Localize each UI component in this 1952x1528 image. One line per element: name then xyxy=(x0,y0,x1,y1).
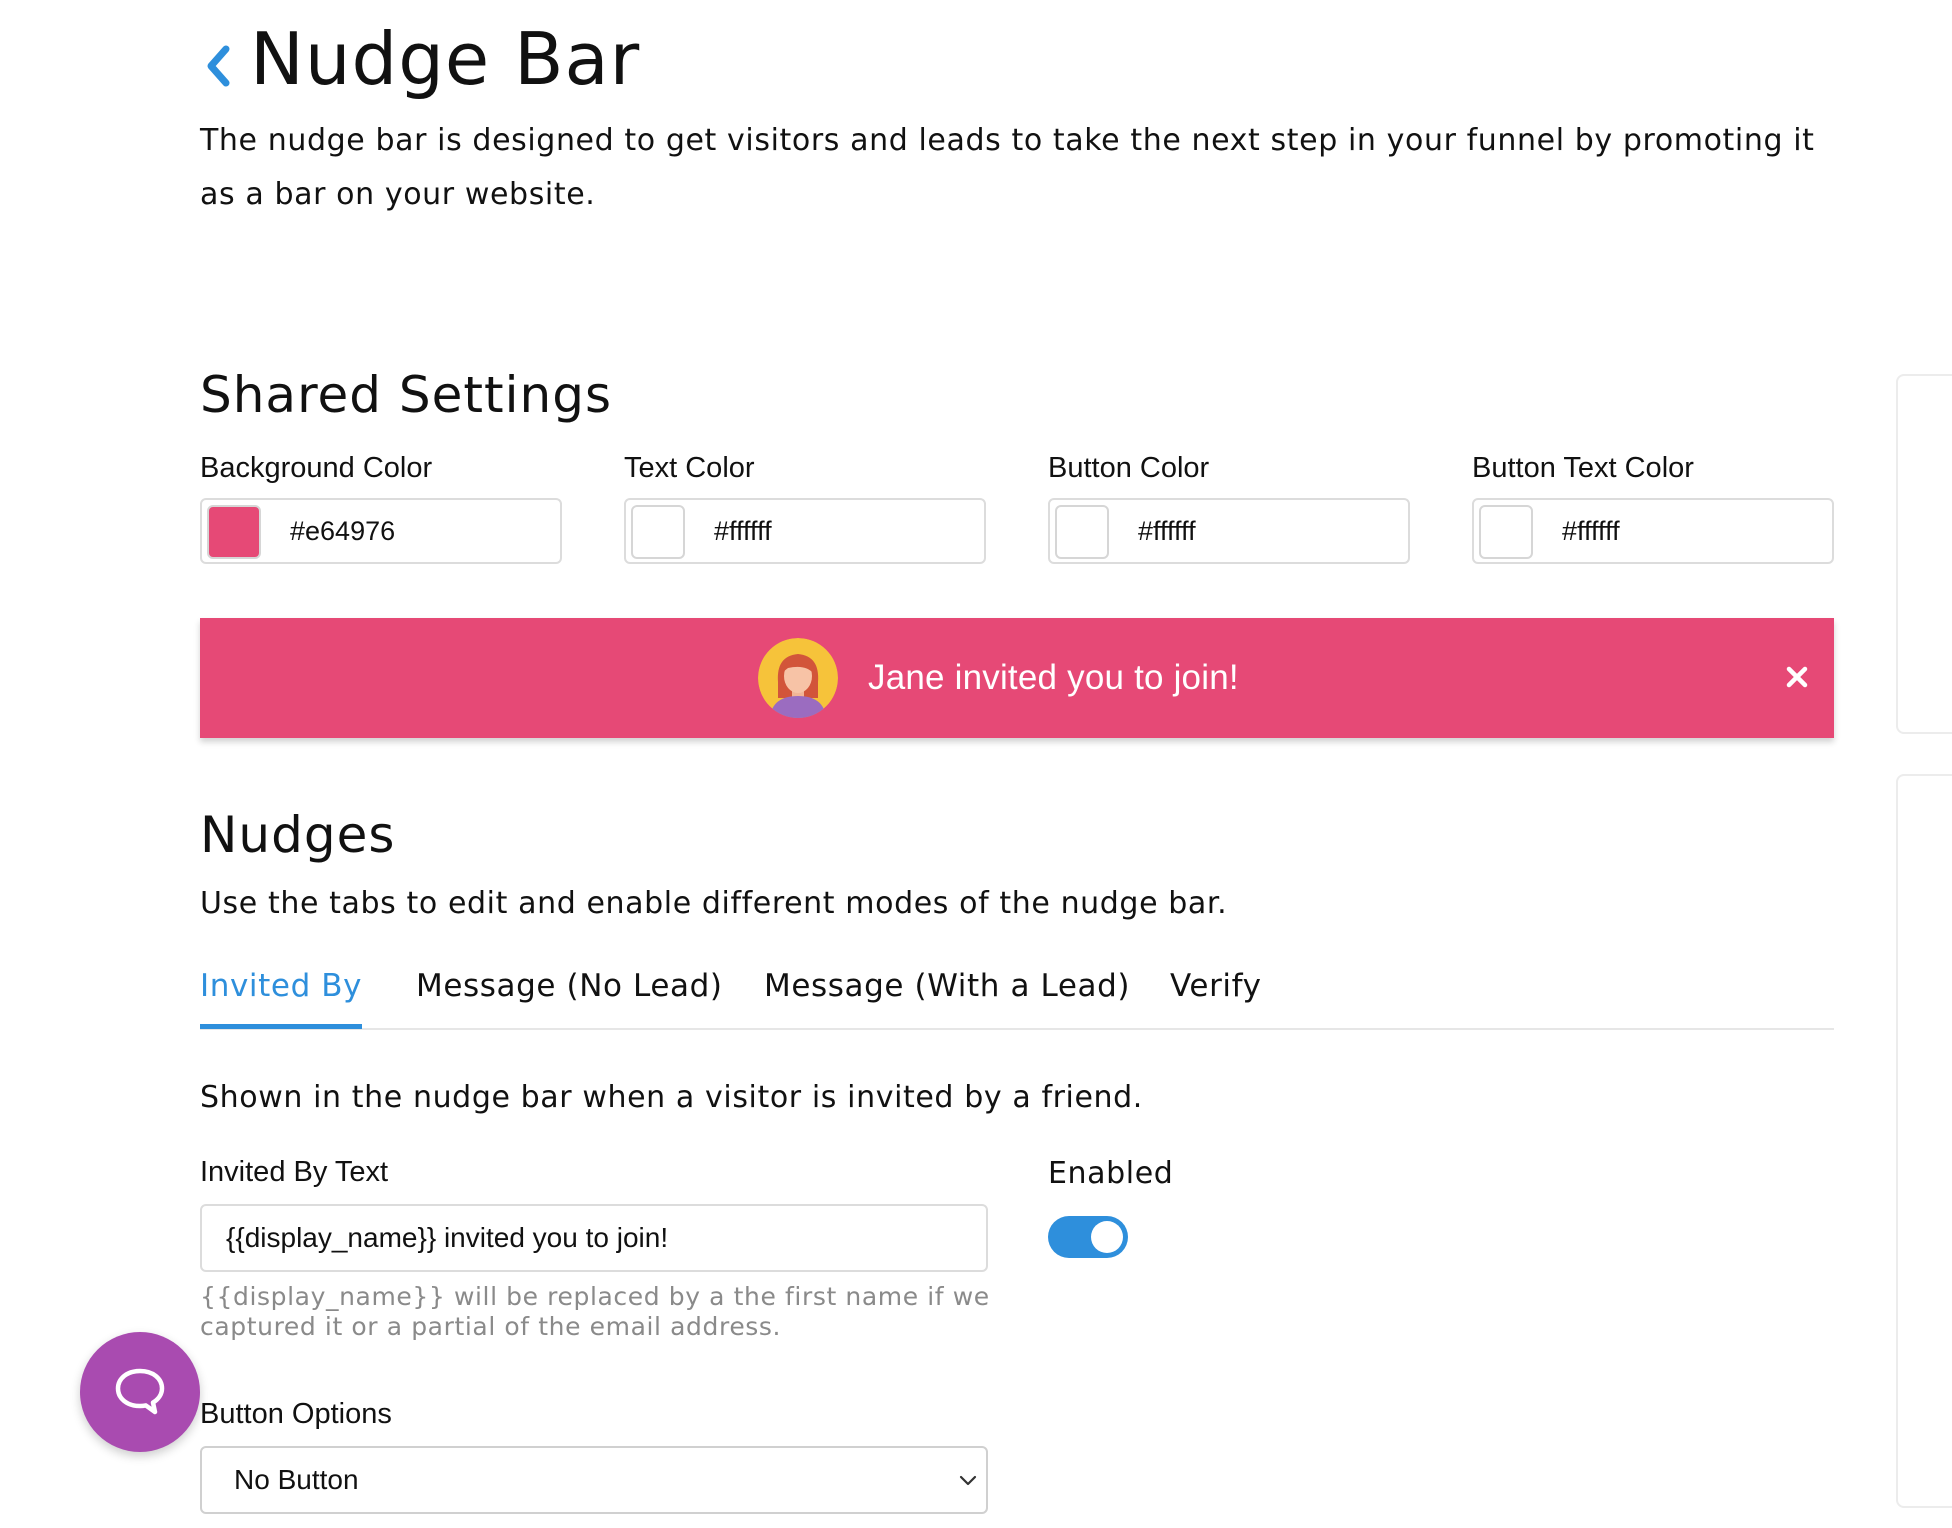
button-options-value: No Button xyxy=(234,1464,359,1495)
button-text-color-swatch[interactable] xyxy=(1479,505,1533,559)
nudge-tabs: Invited By Message (No Lead) Message (Wi… xyxy=(200,958,1834,1030)
button-text-color-value: #ffffff xyxy=(1562,516,1620,546)
button-text-color-field: Button Text Color #ffffff xyxy=(1472,450,1836,564)
title-row: Nudge Bar xyxy=(200,14,640,104)
avatar-icon xyxy=(758,638,838,718)
text-color-swatch[interactable] xyxy=(631,505,685,559)
side-panel-top xyxy=(1896,374,1952,734)
background-color-field: Background Color #e64976 xyxy=(200,450,564,564)
tab-message-with-lead[interactable]: Message (With a Lead) xyxy=(764,958,1130,1022)
invited-by-description: Shown in the nudge bar when a visitor is… xyxy=(200,1080,1143,1115)
side-panel-bottom xyxy=(1896,774,1952,1508)
background-color-label: Background Color xyxy=(200,452,433,484)
nudge-bar-preview: Jane invited you to join! xyxy=(200,618,1834,738)
button-color-field: Button Color #ffffff xyxy=(1048,450,1412,564)
text-color-input[interactable]: #ffffff xyxy=(624,498,986,564)
close-icon[interactable] xyxy=(1780,660,1814,694)
button-text-color-label: Button Text Color xyxy=(1472,452,1694,484)
background-color-value: #e64976 xyxy=(290,516,396,546)
text-color-value: #ffffff xyxy=(714,516,772,546)
help-text-line-2: captured it or a partial of the email ad… xyxy=(200,1312,782,1341)
tab-verify[interactable]: Verify xyxy=(1170,958,1262,1022)
nudges-description: Use the tabs to edit and enable differen… xyxy=(200,886,1228,921)
chat-bubble-icon xyxy=(115,1368,165,1415)
chevron-left-icon xyxy=(207,45,230,87)
tab-invited-by[interactable]: Invited By xyxy=(200,958,363,1029)
shared-settings-title: Shared Settings xyxy=(200,366,612,424)
background-color-input[interactable]: #e64976 xyxy=(200,498,562,564)
text-color-field: Text Color #ffffff xyxy=(624,450,988,564)
button-color-swatch[interactable] xyxy=(1055,505,1109,559)
page-description: The nudge bar is designed to get visitor… xyxy=(200,123,1815,212)
back-button[interactable] xyxy=(200,36,236,96)
button-color-input[interactable]: #ffffff xyxy=(1048,498,1410,564)
enabled-toggle[interactable] xyxy=(1048,1216,1128,1258)
invited-by-text-label: Invited By Text xyxy=(200,1156,389,1188)
page-title: Nudge Bar xyxy=(250,17,641,101)
chevron-down-icon xyxy=(959,1475,977,1486)
nudges-title: Nudges xyxy=(200,806,396,864)
enabled-label: Enabled xyxy=(1048,1156,1174,1191)
invited-by-text-input[interactable] xyxy=(200,1204,988,1272)
button-color-label: Button Color xyxy=(1048,452,1210,484)
nudge-bar-preview-text: Jane invited you to join! xyxy=(868,658,1239,697)
toggle-knob xyxy=(1091,1221,1123,1253)
button-options-label: Button Options xyxy=(200,1398,392,1430)
background-color-swatch[interactable] xyxy=(207,505,261,559)
color-settings: Background Color #e64976 Text Color #fff… xyxy=(200,450,1834,570)
button-color-value: #ffffff xyxy=(1138,516,1196,546)
button-text-color-input[interactable]: #ffffff xyxy=(1472,498,1834,564)
help-text-line-1: {{display_name}} will be replaced by a t… xyxy=(200,1282,990,1311)
invited-by-help-text: {{display_name}} will be replaced by a t… xyxy=(200,1282,1000,1342)
chat-launcher-button[interactable] xyxy=(80,1332,200,1452)
tab-message-no-lead[interactable]: Message (No Lead) xyxy=(416,958,723,1022)
page: Nudge Bar The nudge bar is designed to g… xyxy=(0,0,1952,1528)
button-options-select[interactable]: No Button xyxy=(200,1446,988,1514)
text-color-label: Text Color xyxy=(624,452,755,484)
